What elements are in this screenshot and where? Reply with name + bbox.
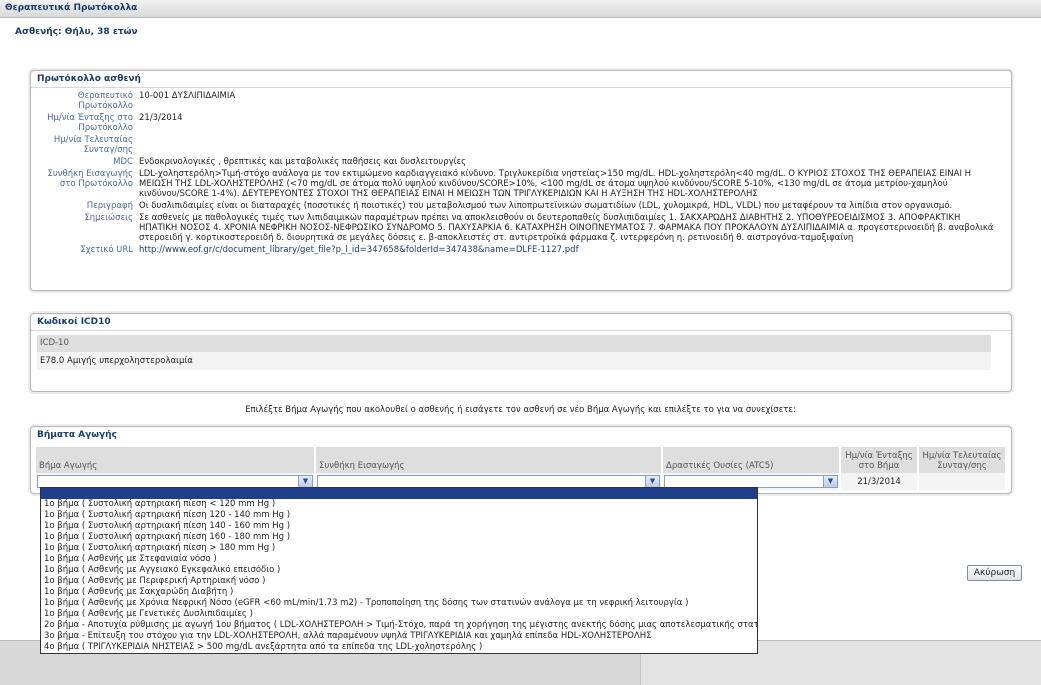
col-step: Βήμα Αγωγής xyxy=(36,447,316,473)
patient-summary: Ασθενής: Θήλυ, 38 ετών xyxy=(15,27,138,37)
dropdown-option[interactable]: 1ο βήμα ( Συστολική αρτηριακή πίεση 140 … xyxy=(41,521,757,532)
last-rx-value xyxy=(918,473,1007,490)
protocol-field-label: Συνθήκη Εισαγωγής στο Πρωτόκολλο xyxy=(47,169,133,189)
protocol-field-value: 10-001 ΔΥΣΛΙΠΙΔΑΙΜΙΑ xyxy=(139,91,236,101)
dropdown-option[interactable]: 1ο βήμα ( Ασθενής με Γενετικές Δυσλιπιδα… xyxy=(41,609,757,620)
dropdown-option[interactable]: 2ο βήμα - Αποτυχία ρύθμισης με αγωγή 1ου… xyxy=(41,620,757,631)
protocol-field-label: MDC xyxy=(113,157,133,167)
protocol-field-label: Θεραπευτικό Πρωτόκολλο xyxy=(77,91,133,111)
dropdown-option[interactable]: 1ο βήμα ( Συστολική αρτηριακή πίεση 160 … xyxy=(41,532,757,543)
window-title: Θεραπευτικά Πρωτόκολλα xyxy=(0,0,1041,18)
protocol-field-row: Σημειώσεις Σε ασθενείς με παθολογικές τιμ… xyxy=(31,213,1011,243)
protocol-field-label: Περιγραφή xyxy=(86,201,133,211)
protocol-field-value: http://www.eof.gr/c/document_library/get… xyxy=(139,245,1011,255)
protocol-field-row: Συνθήκη Εισαγωγής στο Πρωτόκολλο LDL-χολη… xyxy=(31,169,1011,199)
dropdown-option[interactable]: 1ο βήμα ( Συστολική αρτηριακή πίεση < 12… xyxy=(41,499,757,510)
steps-table-header: Βήμα Αγωγής Συνθήκη Εισαγωγής Δραστικές … xyxy=(36,447,1007,473)
chevron-down-icon[interactable]: ▼ xyxy=(645,476,659,487)
cancel-button[interactable]: Ακύρωση xyxy=(967,565,1022,581)
protocol-field-value: 21/3/2014 xyxy=(139,113,183,123)
protocol-field-value: Σε ασθενείς με παθολογικές τιμές των λιπ… xyxy=(139,213,994,243)
col-condition: Συνθήκη Εισαγωγής xyxy=(315,447,663,473)
dropdown-option[interactable]: 1ο βήμα ( Συστολική αρτηριακή πίεση > 18… xyxy=(41,543,757,554)
col-substances: Δραστικές Ουσίες (ATC5) xyxy=(662,447,841,473)
protocol-field-row: Ημ/νία Τελευταίας Συνταγ/σης xyxy=(31,135,1011,155)
step-dropdown-list[interactable]: 1ο βήμα ( Συστολική αρτηριακή πίεση < 12… xyxy=(40,487,758,654)
protocol-field-label: Ημ/νία Ένταξης στο Πρωτόκολλο xyxy=(47,113,133,133)
dropdown-option[interactable]: 1ο βήμα ( Συστολική αρτηριακή πίεση 120 … xyxy=(41,510,757,521)
related-url-link[interactable]: http://www.eof.gr/c/document_library/get… xyxy=(139,245,579,255)
entry-date-value: 21/3/2014 xyxy=(840,473,919,490)
dropdown-option[interactable]: 1ο βήμα ( Ασθενής με Χρόνια Νεφρική Νόσο… xyxy=(41,598,757,609)
protocol-details: Θεραπευτικό Πρωτόκολλο 10-001 ΔΥΣΛΙΠΙΔΑΙΜ… xyxy=(31,88,1011,255)
protocol-panel: Πρωτόκολλο ασθενή Θεραπευτικό Πρωτόκολλο… xyxy=(30,70,1012,291)
protocol-field-row: Περιγραφή Οι δυσλιπιδαιμίες είναι οι διατ… xyxy=(31,201,1011,211)
dropdown-option[interactable]: 1ο βήμα ( Ασθενής με Αγγειακό Εγκεφαλικό… xyxy=(41,565,757,576)
protocol-field-value: Ενδοκρινολογικές , θρεπτικές και μεταβολ… xyxy=(139,157,467,167)
dropdown-option[interactable]: 1ο βήμα ( Ασθενής με Στεφανιαία νόσο ) xyxy=(41,554,757,565)
icd10-column-header: ICD-10 xyxy=(37,335,991,352)
steps-table: Βήμα Αγωγής Συνθήκη Εισαγωγής Δραστικές … xyxy=(36,447,1007,490)
protocol-field-value: Οι δυσλιπιδαιμίες είναι οι διαταραχές (π… xyxy=(139,201,953,211)
protocol-panel-title: Πρωτόκολλο ασθενή xyxy=(31,71,1011,88)
protocol-field-row: Ημ/νία Ένταξης στο Πρωτόκολλο 21/3/2014 xyxy=(31,113,1011,133)
dropdown-option[interactable] xyxy=(41,488,757,499)
protocol-field-row: Σχετικό URL http://www.eof.gr/c/document_… xyxy=(31,245,1011,255)
icd10-row[interactable]: E78.0 Αμιγής υπερχοληστερολαιμία xyxy=(37,352,991,370)
chevron-down-icon[interactable]: ▼ xyxy=(298,476,312,487)
dropdown-option[interactable]: 1ο βήμα ( Ασθενής με Περιφερική Αρτηριακ… xyxy=(41,576,757,587)
steps-panel: Βήματα Αγωγής Βήμα Αγωγής Συνθήκη Εισαγω… xyxy=(30,426,1012,494)
dropdown-option[interactable]: 1ο βήμα ( Ασθενής με Σακχαρώδη Διαβήτη ) xyxy=(41,587,757,598)
protocol-field-label: Ημ/νία Τελευταίας Συνταγ/σης xyxy=(53,135,133,155)
protocol-field-label: Σημειώσεις xyxy=(84,213,133,223)
protocol-field-value: LDL-χοληστερόλη>Τιμή-στόχο ανάλογα με το… xyxy=(139,169,972,199)
step-selection-prompt: Επιλέξτε Βήμα Αγωγής που ακολουθεί ο ασθ… xyxy=(245,405,796,415)
protocol-field-value xyxy=(139,135,1011,155)
icd10-panel: Κωδικοί ICD10 ICD-10 E78.0 Αμιγής υπερχο… xyxy=(30,313,1012,392)
protocol-field-label: Σχετικό URL xyxy=(80,245,133,255)
icd10-panel-title: Κωδικοί ICD10 xyxy=(31,314,1011,331)
col-last-rx: Ημ/νία Τελευταίας Συνταγ/σης xyxy=(918,447,1007,473)
col-entry-date: Ημ/νία Ένταξης στο Βήμα xyxy=(840,447,919,473)
protocol-field-row: MDC Ενδοκρινολογικές , θρεπτικές και μετα… xyxy=(31,157,1011,167)
chevron-down-icon[interactable]: ▼ xyxy=(823,476,837,487)
dropdown-option[interactable]: 4ο βήμα ( ΤΡΙΓΛΥΚΕΡΙΔΙΑ ΝΗΣΤΕΙΑΣ > 500 m… xyxy=(41,642,757,653)
steps-panel-title: Βήματα Αγωγής xyxy=(37,430,117,440)
dropdown-option[interactable]: 3ο βήμα - Επίτευξη του στόχου για την LD… xyxy=(41,631,757,642)
protocol-field-row: Θεραπευτικό Πρωτόκολλο 10-001 ΔΥΣΛΙΠΙΔΑΙΜ… xyxy=(31,91,1011,111)
